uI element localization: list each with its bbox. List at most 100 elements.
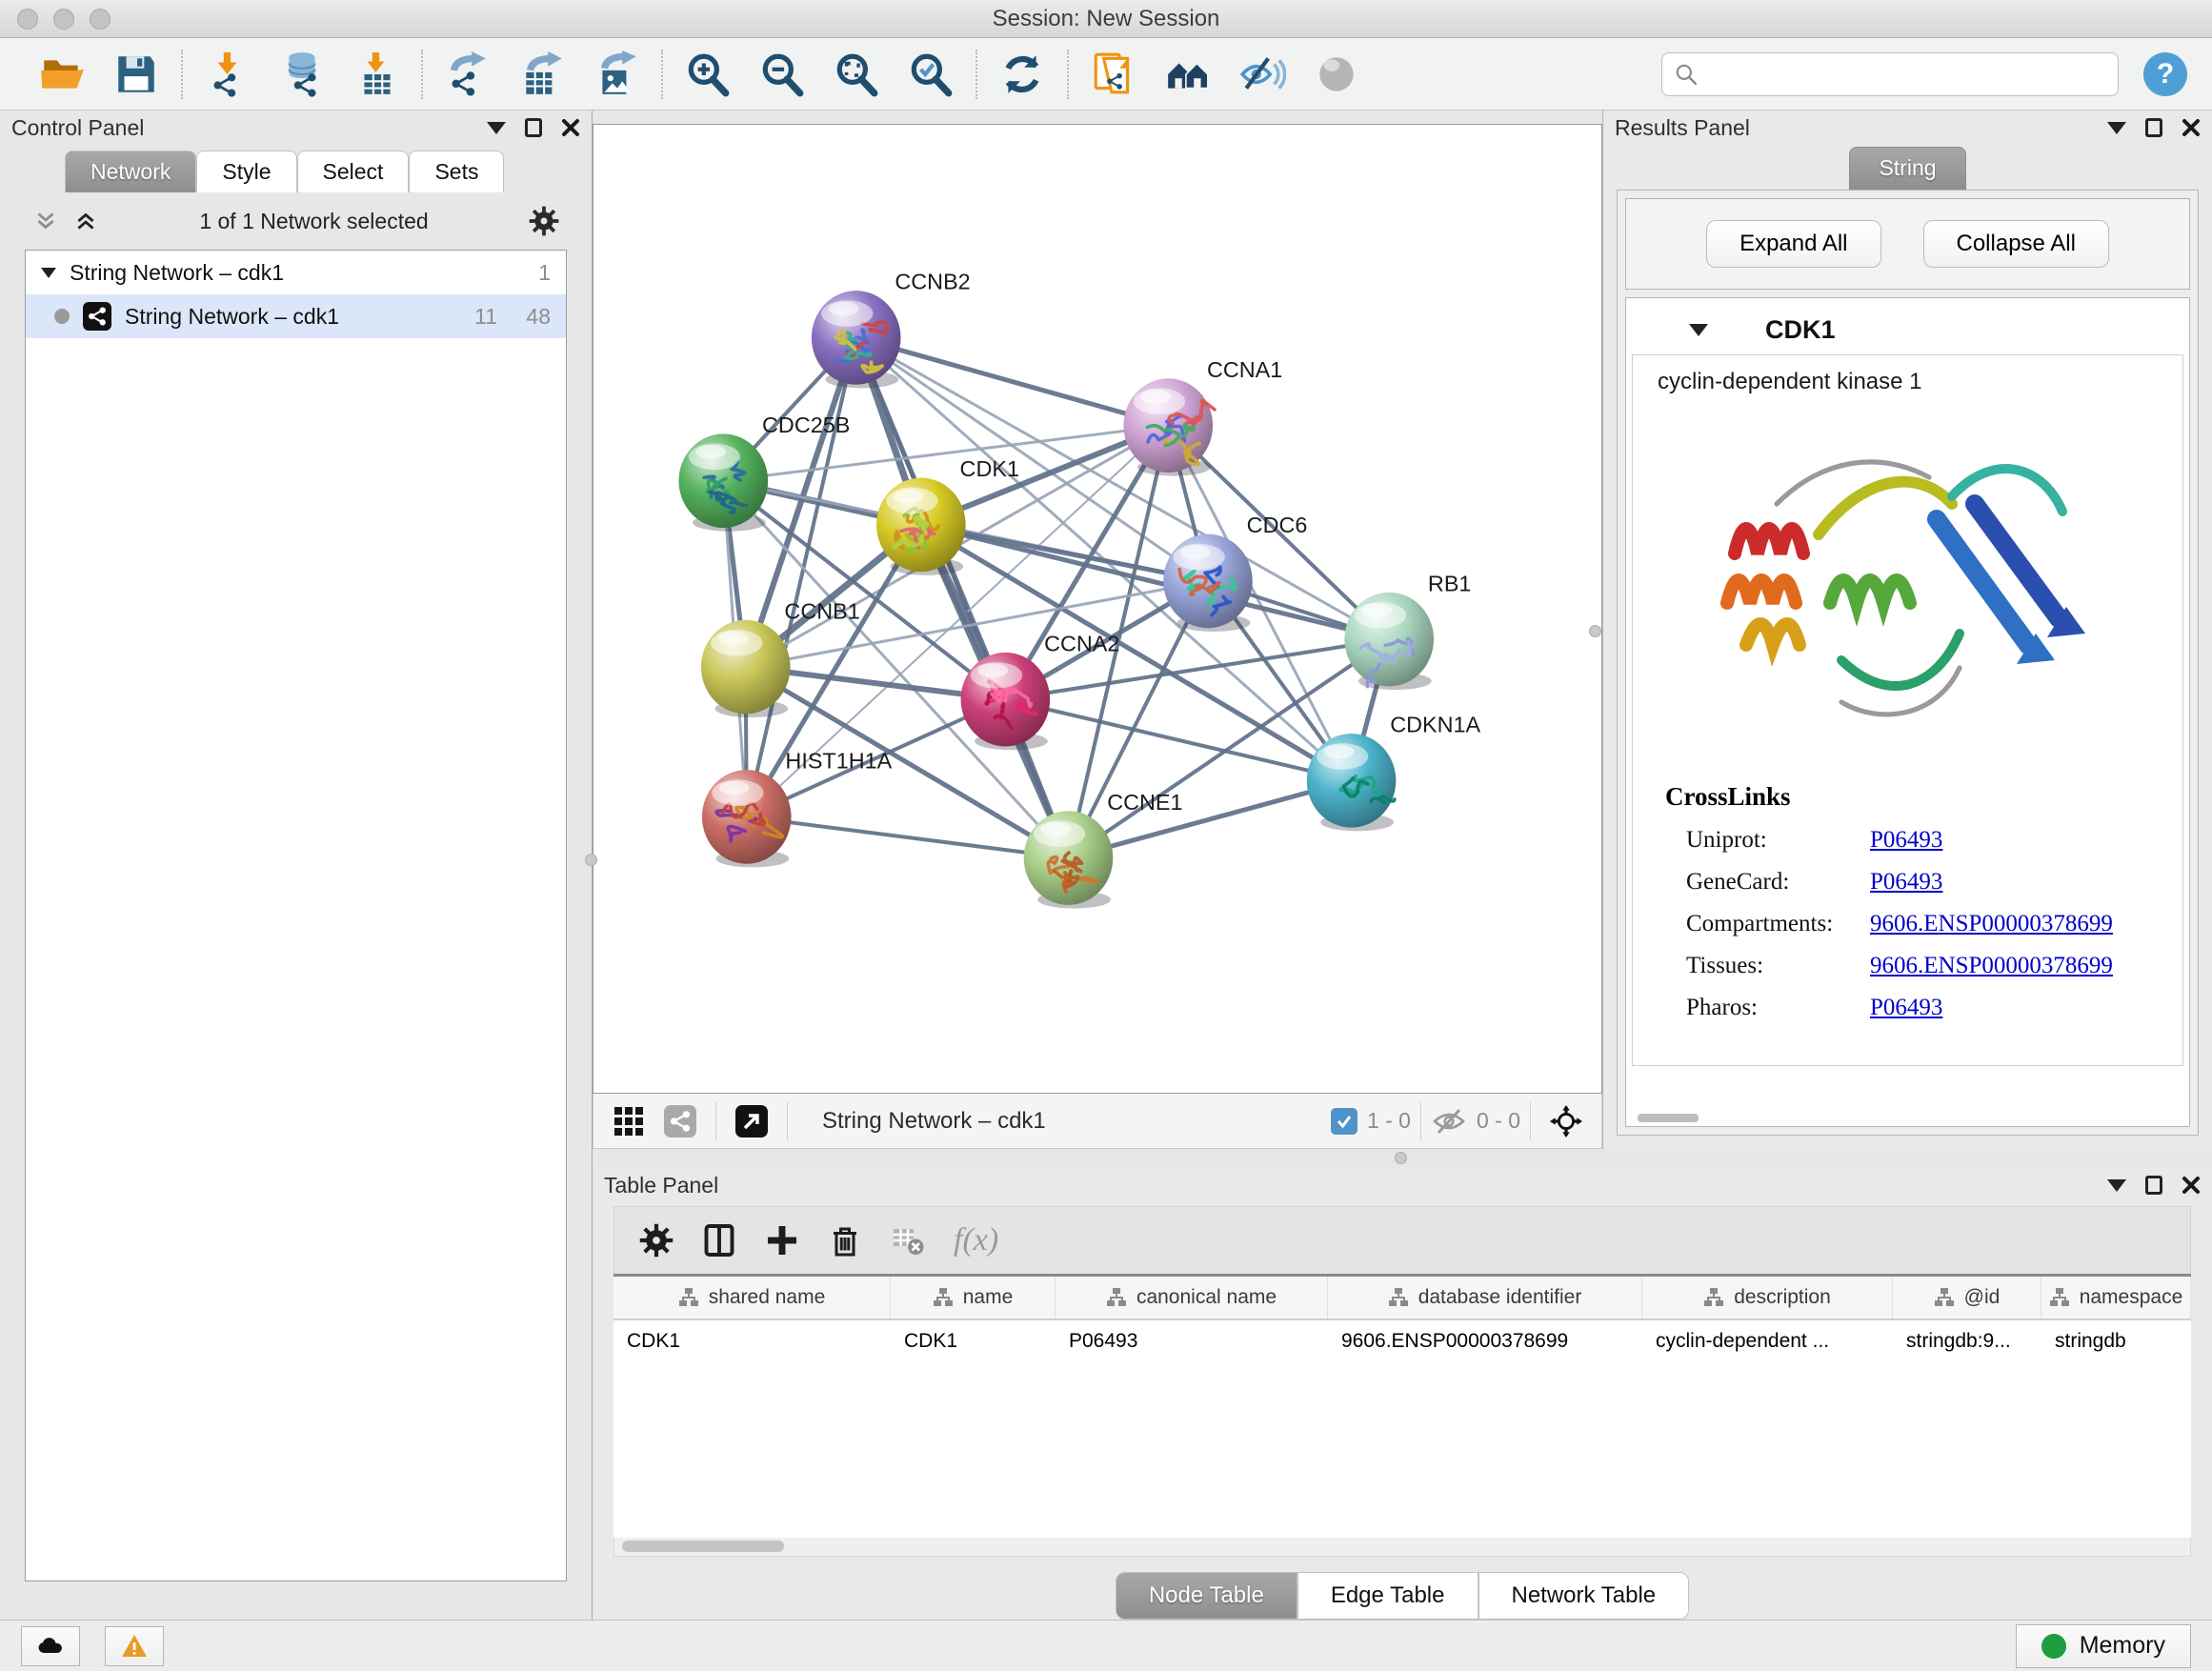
cell-canonical-name[interactable]: P06493 xyxy=(1056,1320,1328,1362)
table-settings-button[interactable] xyxy=(639,1223,674,1258)
export-image-button[interactable] xyxy=(579,44,654,105)
network-node-ccna1[interactable]: CCNA1 xyxy=(1123,357,1282,473)
delete-column-button[interactable] xyxy=(828,1223,862,1258)
network-node-cdc6[interactable]: CDC6 xyxy=(1163,513,1307,628)
panel-close-icon[interactable] xyxy=(561,118,580,137)
splitter-handle[interactable] xyxy=(1589,625,1601,637)
tab-style[interactable]: Style xyxy=(196,151,296,192)
column-header[interactable]: canonical name xyxy=(1056,1277,1328,1319)
panel-close-icon[interactable] xyxy=(2182,1176,2201,1195)
column-header[interactable]: database identifier xyxy=(1328,1277,1642,1319)
crosslink-tissues[interactable]: 9606.ENSP00000378699 xyxy=(1870,953,2113,979)
panel-collapse-icon[interactable] xyxy=(487,122,506,134)
cell-shared-name[interactable]: CDK1 xyxy=(613,1320,891,1362)
results-scrollbar-thumb[interactable] xyxy=(1638,1114,1699,1122)
network-node-cdk1[interactable]: CDK1 xyxy=(876,456,1019,572)
tab-edge-table[interactable]: Edge Table xyxy=(1297,1572,1478,1620)
export-network-button[interactable] xyxy=(431,44,505,105)
column-header[interactable]: shared name xyxy=(613,1277,891,1319)
section-expand-icon[interactable] xyxy=(1689,324,1708,336)
tab-node-table[interactable]: Node Table xyxy=(1116,1572,1297,1620)
selected-checkbox-icon[interactable] xyxy=(1331,1108,1357,1135)
network-graph[interactable]: CCNB2CCNA1CDC25BCDK1CDC6RB1CCNB1CCNA2CDK… xyxy=(593,125,1601,1093)
separator xyxy=(787,1102,788,1140)
network-canvas[interactable]: CCNB2CCNA1CDC25BCDK1CDC6RB1CCNB1CCNA2CDK… xyxy=(593,124,1602,1094)
import-network-file-button[interactable] xyxy=(191,44,265,105)
create-column-button[interactable] xyxy=(765,1223,799,1258)
collapse-all-networks-icon[interactable] xyxy=(32,209,59,233)
help-button[interactable]: ? xyxy=(2143,52,2187,96)
collapse-all-button[interactable]: Collapse All xyxy=(1923,220,2109,268)
splitter-handle[interactable] xyxy=(585,854,597,866)
panel-collapse-icon[interactable] xyxy=(2107,122,2126,134)
splitter-handle[interactable] xyxy=(1395,1152,1407,1164)
network-row-selected[interactable]: String Network – cdk1 11 48 xyxy=(26,294,566,338)
expand-all-networks-icon[interactable] xyxy=(72,209,99,233)
import-table-button[interactable] xyxy=(339,44,413,105)
save-session-button[interactable] xyxy=(99,44,173,105)
open-session-button[interactable] xyxy=(25,44,99,105)
grid-view-button[interactable] xyxy=(603,1100,654,1142)
string-home-button[interactable] xyxy=(1151,44,1225,105)
network-node-rb1[interactable]: RB1 xyxy=(1344,572,1471,687)
node-section-header[interactable]: CDK1 xyxy=(1626,298,2189,354)
tab-sets[interactable]: Sets xyxy=(409,151,504,192)
pan-mode-button[interactable] xyxy=(1540,1100,1592,1142)
panel-float-icon[interactable] xyxy=(2145,118,2162,137)
tab-select[interactable]: Select xyxy=(297,151,410,192)
zoom-fit-button[interactable] xyxy=(819,44,894,105)
apply-layout-button[interactable] xyxy=(985,44,1059,105)
column-header[interactable]: namespace xyxy=(2041,1277,2191,1319)
cell-name[interactable]: CDK1 xyxy=(891,1320,1056,1362)
sphere-icon xyxy=(1313,50,1360,98)
cloud-status-button[interactable] xyxy=(21,1626,80,1666)
network-node-hist1h1a[interactable]: HIST1H1A xyxy=(702,749,893,864)
network-collection-row[interactable]: String Network – cdk1 1 xyxy=(26,251,566,294)
table-row[interactable]: CDK1 CDK1 P06493 9606.ENSP00000378699 cy… xyxy=(613,1320,2191,1362)
network-options-gear-icon[interactable] xyxy=(529,206,559,236)
import-network-database-button[interactable] xyxy=(265,44,339,105)
zoom-in-button[interactable] xyxy=(671,44,745,105)
panel-close-icon[interactable] xyxy=(2182,118,2201,137)
crosslink-compartments[interactable]: 9606.ENSP00000378699 xyxy=(1870,911,2113,937)
zoom-out-icon xyxy=(758,50,806,98)
show-columns-button[interactable] xyxy=(702,1223,736,1258)
cell-description[interactable]: cyclin-dependent ... xyxy=(1642,1320,1893,1362)
memory-button[interactable]: Memory xyxy=(2016,1624,2191,1668)
column-header[interactable]: @id xyxy=(1893,1277,2041,1319)
warnings-button[interactable] xyxy=(105,1626,164,1666)
panel-collapse-icon[interactable] xyxy=(2107,1179,2126,1192)
table-horizontal-scrollbar[interactable] xyxy=(613,1538,2191,1557)
expand-all-button[interactable]: Expand All xyxy=(1706,220,1880,268)
function-builder-button[interactable]: f(x) xyxy=(954,1222,998,1258)
zoom-selected-button[interactable] xyxy=(894,44,968,105)
export-table-button[interactable] xyxy=(505,44,579,105)
tab-network-table[interactable]: Network Table xyxy=(1478,1572,1690,1620)
network-node-cdkn1a[interactable]: CDKN1A xyxy=(1307,713,1481,828)
panel-float-icon[interactable] xyxy=(525,118,542,137)
tab-network[interactable]: Network xyxy=(65,151,196,192)
cell-database-identifier[interactable]: 9606.ENSP00000378699 xyxy=(1328,1320,1642,1362)
network-node-ccnb1[interactable]: CCNB1 xyxy=(701,599,860,715)
crosslink-uniprot[interactable]: P06493 xyxy=(1870,827,1942,854)
crosslink-genecard[interactable]: P06493 xyxy=(1870,869,1942,896)
tab-string[interactable]: String xyxy=(1849,147,1965,190)
cell-namespace[interactable]: stringdb xyxy=(2041,1320,2191,1362)
column-header[interactable]: description xyxy=(1642,1277,1893,1319)
cell-id[interactable]: stringdb:9... xyxy=(1893,1320,2041,1362)
table-icon xyxy=(526,71,552,93)
glass-ball-button[interactable] xyxy=(1299,44,1374,105)
enhance-labels-button[interactable] xyxy=(1225,44,1299,105)
panel-float-icon[interactable] xyxy=(2145,1176,2162,1195)
zoom-out-button[interactable] xyxy=(745,44,819,105)
column-header[interactable]: name xyxy=(891,1277,1056,1319)
crosslink-label: Compartments: xyxy=(1665,911,1870,937)
search-input[interactable] xyxy=(1706,62,2106,87)
birds-eye-view-button[interactable] xyxy=(726,1100,777,1142)
delete-table-button[interactable] xyxy=(891,1223,925,1258)
collection-expand-icon[interactable] xyxy=(41,268,56,278)
crosslink-pharos[interactable]: P06493 xyxy=(1870,995,1942,1021)
clone-network-button[interactable] xyxy=(1076,44,1151,105)
scrollbar-thumb[interactable] xyxy=(622,1540,784,1552)
single-view-button[interactable] xyxy=(654,1100,706,1142)
